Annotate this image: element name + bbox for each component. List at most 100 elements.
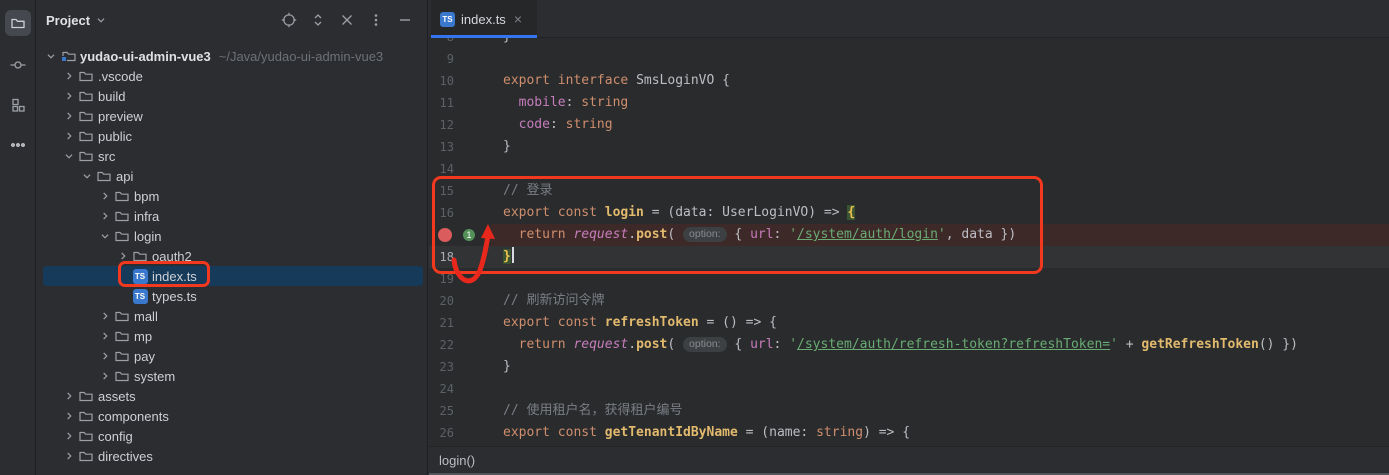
breadcrumb[interactable]: login() <box>439 453 475 468</box>
code-line-10[interactable]: 10export interface SmsLoginVO { <box>429 70 1389 92</box>
tree-item-components[interactable]: components <box>43 406 423 426</box>
expand-icon[interactable] <box>310 12 326 28</box>
inlay-hint: option: <box>683 227 727 242</box>
tree-item-directives[interactable]: directives <box>43 446 423 466</box>
chevron-down-icon[interactable] <box>61 148 77 164</box>
code-line-11[interactable]: 11 mobile: string <box>429 92 1389 114</box>
tree-item-config[interactable]: config <box>43 426 423 446</box>
tree-item-bpm[interactable]: bpm <box>43 186 423 206</box>
chevron-right-icon[interactable] <box>97 208 113 224</box>
tree-item-pay[interactable]: pay <box>43 346 423 366</box>
line-number[interactable]: 26 <box>429 422 454 444</box>
code-line-18[interactable]: 18} <box>429 246 1389 268</box>
folder-icon <box>77 108 95 124</box>
hide-panel-icon[interactable] <box>397 12 413 28</box>
code-line-22[interactable]: 22 return request.post( option: { url: '… <box>429 334 1389 356</box>
tree-item-src[interactable]: src <box>43 146 423 166</box>
chevron-right-icon[interactable] <box>61 128 77 144</box>
tree-item-types-ts[interactable]: TStypes.ts <box>43 286 423 306</box>
line-number[interactable]: 22 <box>429 334 454 356</box>
line-number[interactable]: 16 <box>429 202 454 224</box>
project-panel-title[interactable]: Project <box>46 13 90 28</box>
tree-item-system[interactable]: system <box>43 366 423 386</box>
code-line-16[interactable]: 16export const login = (data: UserLoginV… <box>429 202 1389 224</box>
structure-tool-button[interactable] <box>5 92 31 118</box>
tree-item-login[interactable]: login <box>43 226 423 246</box>
line-number[interactable]: 12 <box>429 114 454 136</box>
tree-item-build[interactable]: build <box>43 86 423 106</box>
code-line-17[interactable]: 1 return request.post( option: { url: '/… <box>429 224 1389 246</box>
tree-item-mall[interactable]: mall <box>43 306 423 326</box>
line-number[interactable]: 20 <box>429 290 454 312</box>
code-line-25[interactable]: 25// 使用租户名，获得租户编号 <box>429 400 1389 422</box>
text-caret <box>512 247 514 263</box>
line-number[interactable]: 19 <box>429 268 454 290</box>
code-line-9[interactable]: 9 <box>429 48 1389 70</box>
chevron-right-icon[interactable] <box>61 408 77 424</box>
code-line-14[interactable]: 14 <box>429 158 1389 180</box>
code-text: } <box>503 136 511 158</box>
options-kebab-icon[interactable] <box>368 12 384 28</box>
chevron-right-icon[interactable] <box>61 388 77 404</box>
code-line-12[interactable]: 12 code: string <box>429 114 1389 136</box>
chevron-down-icon[interactable] <box>94 13 108 27</box>
code-line-21[interactable]: 21export const refreshToken = () => { <box>429 312 1389 334</box>
tree-item-label: mall <box>134 309 158 324</box>
tree-item-public[interactable]: public <box>43 126 423 146</box>
line-number[interactable]: 25 <box>429 400 454 422</box>
close-tab-icon[interactable]: × <box>514 12 522 26</box>
collapse-all-icon[interactable] <box>339 12 355 28</box>
chevron-down-icon[interactable] <box>43 48 59 64</box>
chevron-right-icon[interactable] <box>61 68 77 84</box>
code-line-19[interactable]: 19 <box>429 268 1389 290</box>
chevron-right-icon[interactable] <box>61 108 77 124</box>
code-line-26[interactable]: 26export const getTenantIdByName = (name… <box>429 422 1389 444</box>
chevron-right-icon[interactable] <box>115 248 131 264</box>
code-line-23[interactable]: 23} <box>429 356 1389 378</box>
tree-item-yudao-ui-admin-vue3[interactable]: yudao-ui-admin-vue3~/Java/yudao-ui-admin… <box>43 46 423 66</box>
tree-item-mp[interactable]: mp <box>43 326 423 346</box>
more-tool-windows-button[interactable] <box>5 132 31 158</box>
line-number[interactable]: 11 <box>429 92 454 114</box>
code-line-15[interactable]: 15// 登录 <box>429 180 1389 202</box>
ide-window: Project <box>0 0 1389 475</box>
chevron-down-icon[interactable] <box>79 168 95 184</box>
chevron-right-icon[interactable] <box>61 88 77 104</box>
commit-tool-button[interactable] <box>5 52 31 78</box>
tree-item-api[interactable]: api <box>43 166 423 186</box>
chevron-right-icon[interactable] <box>97 368 113 384</box>
chevron-right-icon[interactable] <box>97 188 113 204</box>
tab-index-ts[interactable]: TS index.ts × <box>431 0 537 38</box>
chevron-down-icon[interactable] <box>97 228 113 244</box>
code-line-20[interactable]: 20// 刷新访问令牌 <box>429 290 1389 312</box>
tree-item-preview[interactable]: preview <box>43 106 423 126</box>
chevron-right-icon[interactable] <box>61 448 77 464</box>
debug-gutter-icon[interactable]: 1 <box>463 229 475 241</box>
tree-item-index-ts[interactable]: TSindex.ts <box>43 266 423 286</box>
chevron-right-icon[interactable] <box>97 308 113 324</box>
project-tool-button[interactable] <box>5 10 31 36</box>
code-line-24[interactable]: 24 <box>429 378 1389 400</box>
tree-item-assets[interactable]: assets <box>43 386 423 406</box>
line-number[interactable]: 10 <box>429 70 454 92</box>
locate-file-icon[interactable] <box>281 12 297 28</box>
line-number[interactable]: 18 <box>429 246 454 268</box>
chevron-right-icon[interactable] <box>97 328 113 344</box>
line-number[interactable]: 21 <box>429 312 454 334</box>
chevron-right-icon[interactable] <box>97 348 113 364</box>
code-line-13[interactable]: 13} <box>429 136 1389 158</box>
tree-item--vscode[interactable]: .vscode <box>43 66 423 86</box>
tree-item-oauth2[interactable]: oauth2 <box>43 246 423 266</box>
folder-icon <box>77 128 95 144</box>
line-number[interactable]: 24 <box>429 378 454 400</box>
chevron-right-icon[interactable] <box>61 428 77 444</box>
line-number[interactable]: 14 <box>429 158 454 180</box>
breakpoint-icon[interactable] <box>438 228 452 242</box>
line-number[interactable]: 15 <box>429 180 454 202</box>
code-area[interactable]: 8}910export interface SmsLoginVO {11 mob… <box>429 26 1389 446</box>
line-number[interactable]: 13 <box>429 136 454 158</box>
tree-item-infra[interactable]: infra <box>43 206 423 226</box>
line-number[interactable]: 9 <box>429 48 454 70</box>
line-number[interactable]: 23 <box>429 356 454 378</box>
tree-item-label: build <box>98 89 125 104</box>
